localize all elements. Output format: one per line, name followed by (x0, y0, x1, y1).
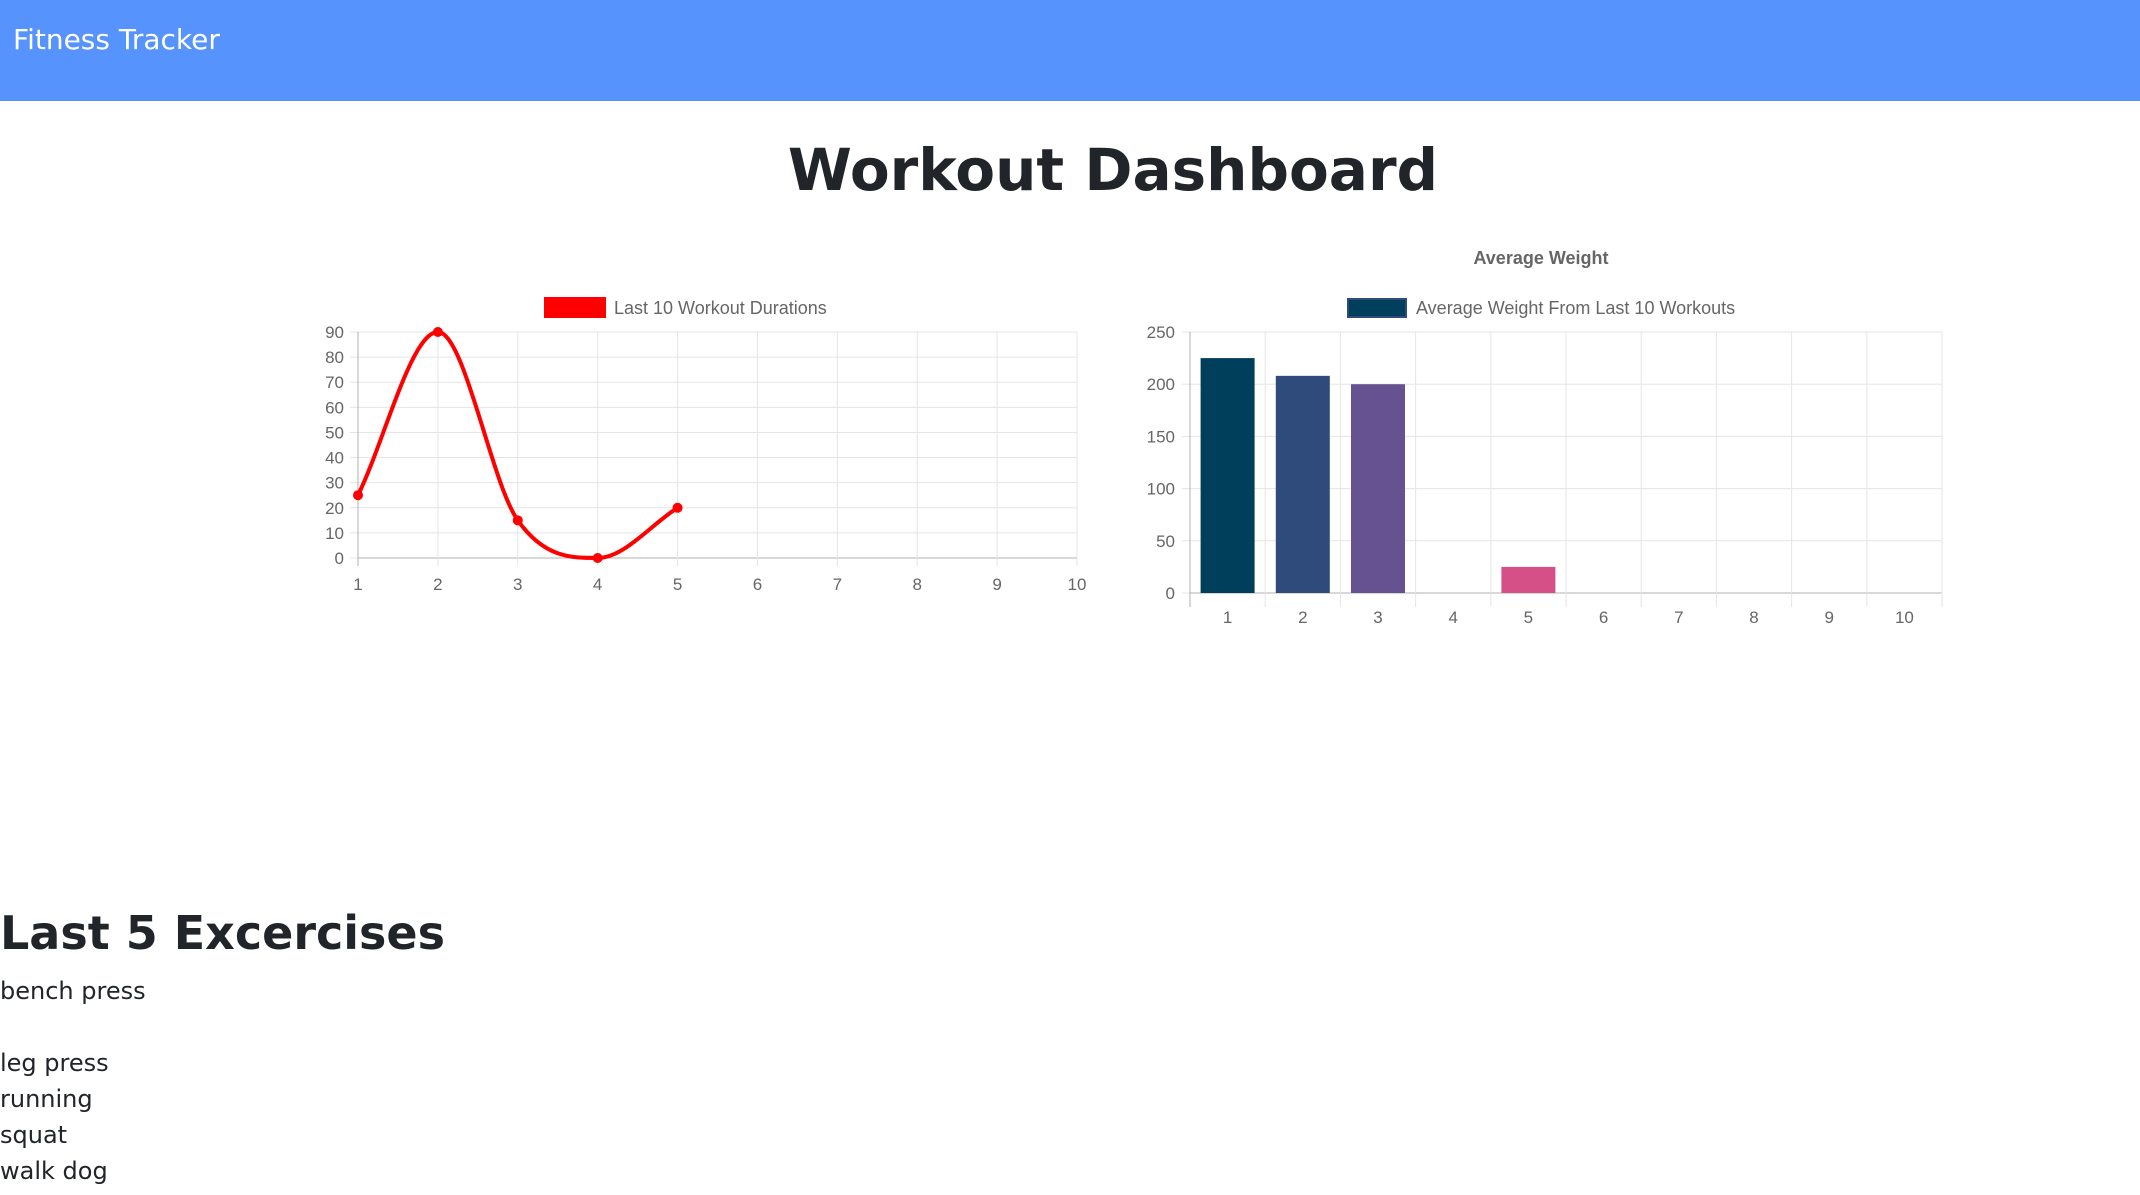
x-tick-label: 7 (1674, 608, 1683, 627)
x-tick-label: 5 (1524, 608, 1533, 627)
average-weight-bar-chart: Average Weight Average Weight From Last 1… (1147, 248, 1943, 627)
x-tick-label: 10 (1895, 608, 1914, 627)
exercise-item: walk dog (0, 1157, 108, 1185)
weight-bar (1275, 375, 1330, 593)
x-tick-label: 8 (1749, 608, 1758, 627)
y-tick-label: 0 (1166, 584, 1175, 603)
exercise-item: bench press (0, 977, 146, 1005)
exercise-item: running (0, 1085, 93, 1113)
exercises-heading: Last 5 Excercises (0, 906, 445, 960)
exercise-item: leg press (0, 1049, 109, 1077)
weight-bar (1200, 358, 1255, 593)
y-tick-label: 250 (1147, 323, 1175, 342)
x-tick-label: 3 (1373, 608, 1382, 627)
y-tick-label: 150 (1147, 427, 1175, 446)
y-tick-label: 100 (1147, 480, 1175, 499)
x-tick-label: 9 (1824, 608, 1833, 627)
x-tick-label: 1 (1223, 608, 1232, 627)
y-tick-label: 50 (1156, 532, 1175, 551)
chart-title: Average Weight (1473, 248, 1608, 268)
legend-label: Average Weight From Last 10 Workouts (1416, 298, 1735, 318)
x-tick-label: 6 (1599, 608, 1608, 627)
legend-swatch (1347, 298, 1407, 318)
exercise-item: squat (0, 1121, 68, 1149)
weight-bar (1351, 384, 1405, 593)
x-tick-label: 4 (1448, 608, 1457, 627)
y-tick-label: 200 (1147, 375, 1175, 394)
weight-bar (1501, 566, 1556, 593)
x-tick-label: 2 (1298, 608, 1307, 627)
